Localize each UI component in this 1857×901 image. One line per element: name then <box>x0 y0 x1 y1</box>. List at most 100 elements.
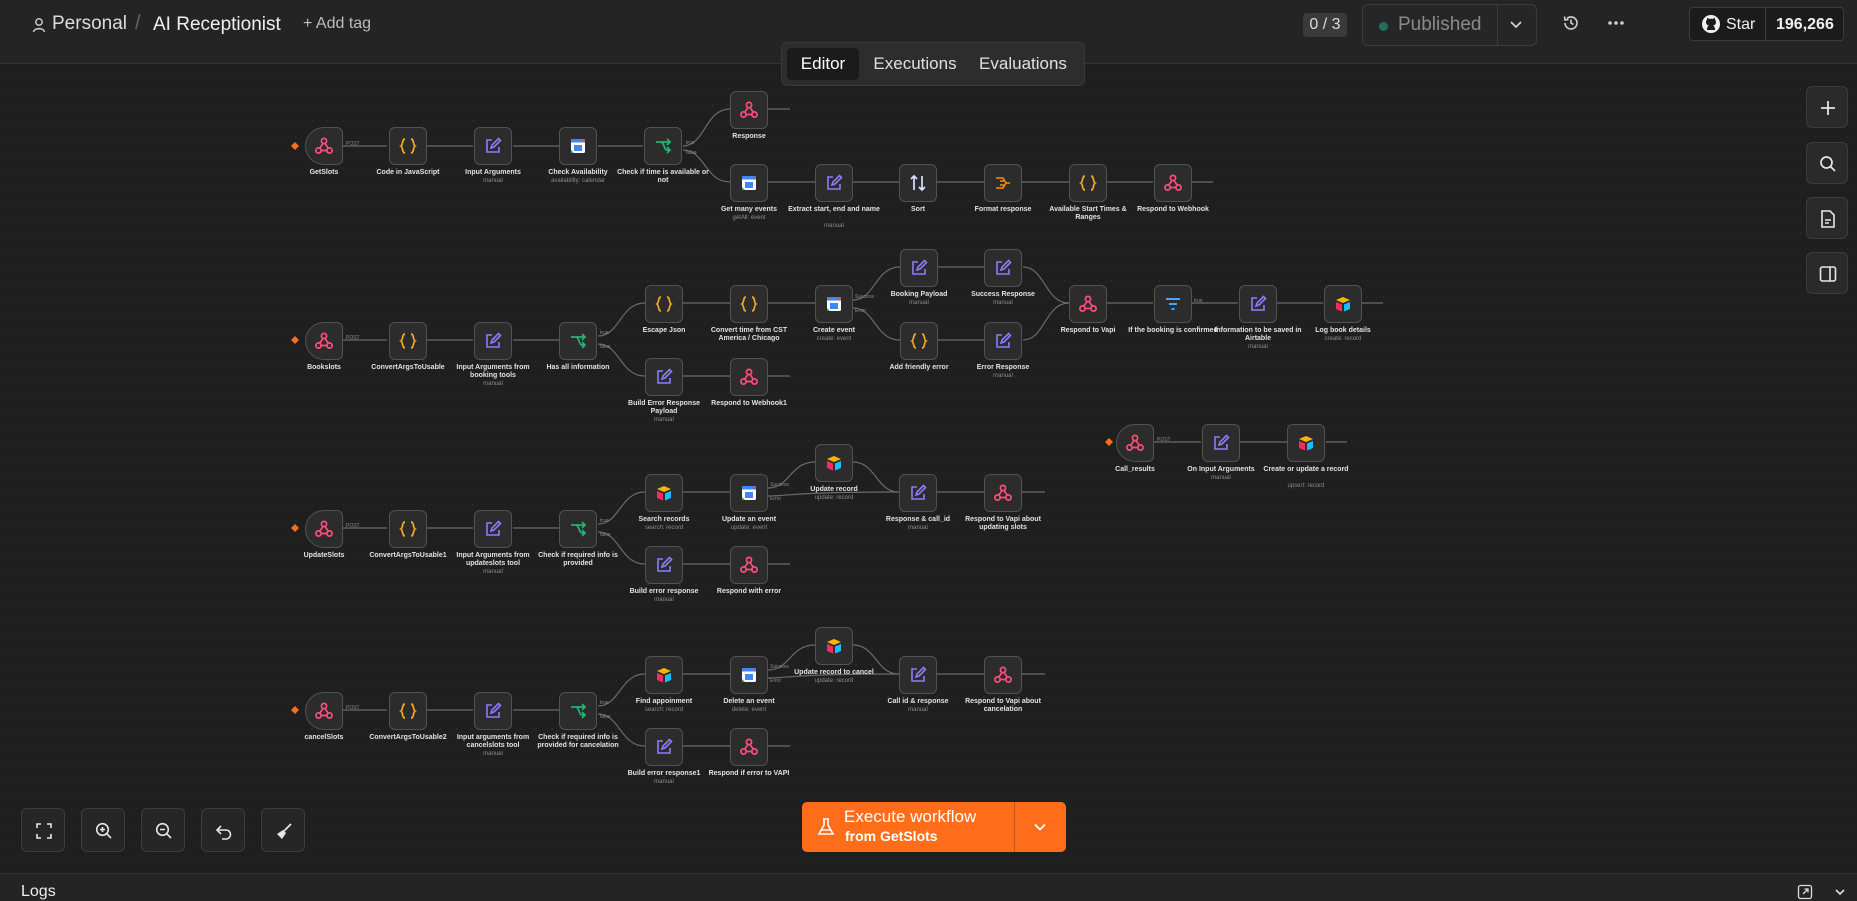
node-respond-with-error[interactable] <box>730 546 768 584</box>
edit-icon <box>486 137 502 153</box>
node-if-confirmed[interactable] <box>1154 285 1192 323</box>
if-icon <box>571 521 587 537</box>
sticky-note-button[interactable] <box>1806 197 1848 239</box>
node-respond-vapi-cancel[interactable] <box>984 656 1022 694</box>
node-convert-time[interactable] <box>730 285 768 323</box>
node-on-input-args[interactable] <box>1202 424 1240 462</box>
node-subtitle: manual <box>1248 344 1268 350</box>
tab-evaluations[interactable]: Evaluations <box>968 48 1078 80</box>
breadcrumb-project[interactable]: Personal <box>52 13 127 35</box>
node-update-record[interactable] <box>815 444 853 482</box>
node-call-results[interactable] <box>1116 424 1154 462</box>
node-input-args[interactable] <box>474 127 512 165</box>
more-options-icon[interactable] <box>1606 13 1626 33</box>
chevron-down-icon[interactable] <box>1506 14 1526 34</box>
node-respond-webhook1[interactable] <box>730 358 768 396</box>
node-response[interactable] <box>730 91 768 129</box>
add-tag-button[interactable]: + Add tag <box>303 15 371 33</box>
node-format-response[interactable] <box>984 164 1022 202</box>
node-check-required-cancel[interactable] <box>559 692 597 730</box>
node-getslots[interactable] <box>305 127 343 165</box>
zoom-out-button[interactable] <box>141 808 185 852</box>
node-sort[interactable] <box>899 164 937 202</box>
tidy-up-button[interactable] <box>261 808 305 852</box>
user-icon <box>32 18 46 33</box>
chevron-down-icon[interactable] <box>1032 819 1048 835</box>
node-create-event[interactable] <box>815 285 853 323</box>
node-convert-args[interactable] <box>389 322 427 360</box>
node-create-update-record[interactable] <box>1287 424 1325 462</box>
node-build-error-response1[interactable] <box>645 728 683 766</box>
node-input-booking[interactable] <box>474 322 512 360</box>
tab-editor[interactable]: Editor <box>787 48 859 80</box>
node-add-friendly[interactable] <box>900 322 938 360</box>
node-subtitle: upsert: record <box>1287 483 1325 489</box>
search-icon <box>1820 156 1836 172</box>
airtable-icon <box>657 486 671 501</box>
edge-label-true: true <box>686 140 695 146</box>
tab-executions[interactable]: Executions <box>867 48 963 80</box>
node-cancelslots[interactable] <box>305 692 343 730</box>
node-response-callid[interactable] <box>899 474 937 512</box>
node-check-required[interactable] <box>559 510 597 548</box>
airtable-icon <box>1299 436 1313 451</box>
undo-button[interactable] <box>201 808 245 852</box>
github-star-widget[interactable]: Star 196,266 <box>1689 7 1844 41</box>
node-respond-vapi-update[interactable] <box>984 474 1022 512</box>
node-available-start[interactable] <box>1069 164 1107 202</box>
node-check-avail[interactable] <box>559 127 597 165</box>
code-icon <box>1079 175 1097 191</box>
toggle-panel-button[interactable] <box>1806 252 1848 294</box>
node-label: Error Response <box>976 364 1030 371</box>
gcal-icon <box>742 668 756 682</box>
node-respond-error-vapi[interactable] <box>730 728 768 766</box>
edge-label-post: POST <box>346 523 360 529</box>
node-success-response[interactable] <box>984 249 1022 287</box>
node-updateslots[interactable] <box>305 510 343 548</box>
node-code-js[interactable] <box>389 127 427 165</box>
chevron-down-icon[interactable] <box>1833 885 1847 899</box>
github-star-count[interactable]: 196,266 <box>1776 16 1834 34</box>
zoom-in-button[interactable] <box>81 808 125 852</box>
edit-icon <box>657 368 673 384</box>
node-info-airtable[interactable] <box>1239 285 1277 323</box>
logs-panel[interactable]: Logs <box>0 873 1857 901</box>
node-extract[interactable] <box>815 164 853 202</box>
node-build-error-response[interactable] <box>645 546 683 584</box>
node-call-id-response[interactable] <box>899 656 937 694</box>
status-dot <box>1379 22 1388 31</box>
node-update-event[interactable] <box>730 474 768 512</box>
popout-icon[interactable] <box>1797 884 1813 900</box>
fit-view-button[interactable] <box>21 808 65 852</box>
node-has-all[interactable] <box>559 322 597 360</box>
node-convert-args2[interactable] <box>389 692 427 730</box>
note-icon <box>1821 210 1835 228</box>
node-respond-vapi[interactable] <box>1069 285 1107 323</box>
github-star-button[interactable]: Star <box>1690 8 1766 40</box>
node-check-time[interactable] <box>644 127 682 165</box>
node-input-update[interactable] <box>474 510 512 548</box>
node-escape-json[interactable] <box>645 285 683 323</box>
node-respond-webhook[interactable] <box>1154 164 1192 202</box>
workflow-canvas[interactable]: POST POST POST POST POST true false true… <box>0 65 1857 873</box>
node-find-appointment[interactable] <box>645 656 683 694</box>
node-get-many-events[interactable] <box>730 164 768 202</box>
node-booking-payload[interactable] <box>900 249 938 287</box>
node-log-book[interactable] <box>1324 285 1362 323</box>
node-convert-args1[interactable] <box>389 510 427 548</box>
active-workflows-counter[interactable]: 0 / 3 <box>1303 13 1347 37</box>
search-nodes-button[interactable] <box>1806 142 1848 184</box>
workflow-name[interactable]: AI Receptionist <box>153 14 281 36</box>
node-build-error-payload[interactable] <box>645 358 683 396</box>
zoom-out-icon <box>155 822 172 839</box>
node-delete-event[interactable] <box>730 656 768 694</box>
node-update-record-cancel[interactable] <box>815 627 853 665</box>
history-icon[interactable] <box>1561 13 1581 33</box>
execute-workflow-button[interactable]: Execute workflow from GetSlots <box>802 802 1066 852</box>
add-node-button[interactable] <box>1806 86 1848 128</box>
node-search-records[interactable] <box>645 474 683 512</box>
node-input-cancel[interactable] <box>474 692 512 730</box>
node-bookslots[interactable] <box>305 322 343 360</box>
node-error-response[interactable] <box>984 322 1022 360</box>
edge-label-false: false <box>600 714 611 720</box>
